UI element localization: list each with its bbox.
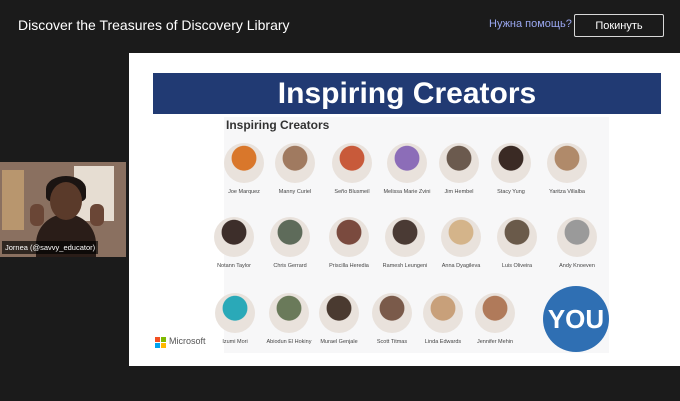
creator-avatar <box>497 217 537 257</box>
help-link[interactable]: Нужна помощь? <box>489 18 572 30</box>
creator-name: Jennifer Mehin <box>476 339 514 345</box>
creator-avatar <box>475 293 515 333</box>
creator-name: Andy Knoeven <box>559 263 595 269</box>
leave-button[interactable]: Покинуть <box>574 14 664 37</box>
creator-avatar <box>224 143 264 183</box>
creator-avatar <box>439 143 479 183</box>
creator-tile: Jennifer Mehin <box>460 293 530 346</box>
microsoft-wordmark: Microsoft <box>169 336 206 346</box>
presenter-face <box>50 182 82 220</box>
creator-avatar <box>423 293 463 333</box>
creator-avatar <box>329 217 369 257</box>
creator-avatar <box>214 217 254 257</box>
creator-avatar <box>269 293 309 333</box>
creator-avatar <box>270 217 310 257</box>
creator-avatar <box>215 293 255 333</box>
creator-avatar <box>441 217 481 257</box>
creators-card-title: Inspiring Creators <box>226 118 330 132</box>
presenter-hand-left <box>30 204 44 226</box>
creator-avatar <box>372 293 412 333</box>
meeting-top-bar: Discover the Treasures of Discovery Libr… <box>0 0 680 50</box>
creator-tile: Andy Knoeven <box>542 217 612 270</box>
creator-avatar <box>319 293 359 333</box>
slide-banner-title: Inspiring Creators <box>153 73 661 114</box>
meeting-title: Discover the Treasures of Discovery Libr… <box>18 17 290 33</box>
creator-name: Yaritza Villalba <box>549 189 585 195</box>
creator-avatar <box>547 143 587 183</box>
shared-slide: Inspiring Creators Inspiring Creators Jo… <box>129 53 680 366</box>
microsoft-logo-icon <box>155 337 166 348</box>
presenter-hand-right <box>90 204 104 226</box>
creator-avatar <box>557 217 597 257</box>
creator-tile: Yaritza Villalba <box>532 143 602 196</box>
presenter-name-tag: Jornea (@savvy_educator) <box>2 241 99 254</box>
video-background-shelf <box>2 170 24 230</box>
creator-avatar <box>275 143 315 183</box>
creator-avatar <box>491 143 531 183</box>
creator-avatar <box>332 143 372 183</box>
creator-avatar <box>387 143 427 183</box>
creator-avatar <box>385 217 425 257</box>
you-badge: YOU <box>543 286 609 352</box>
